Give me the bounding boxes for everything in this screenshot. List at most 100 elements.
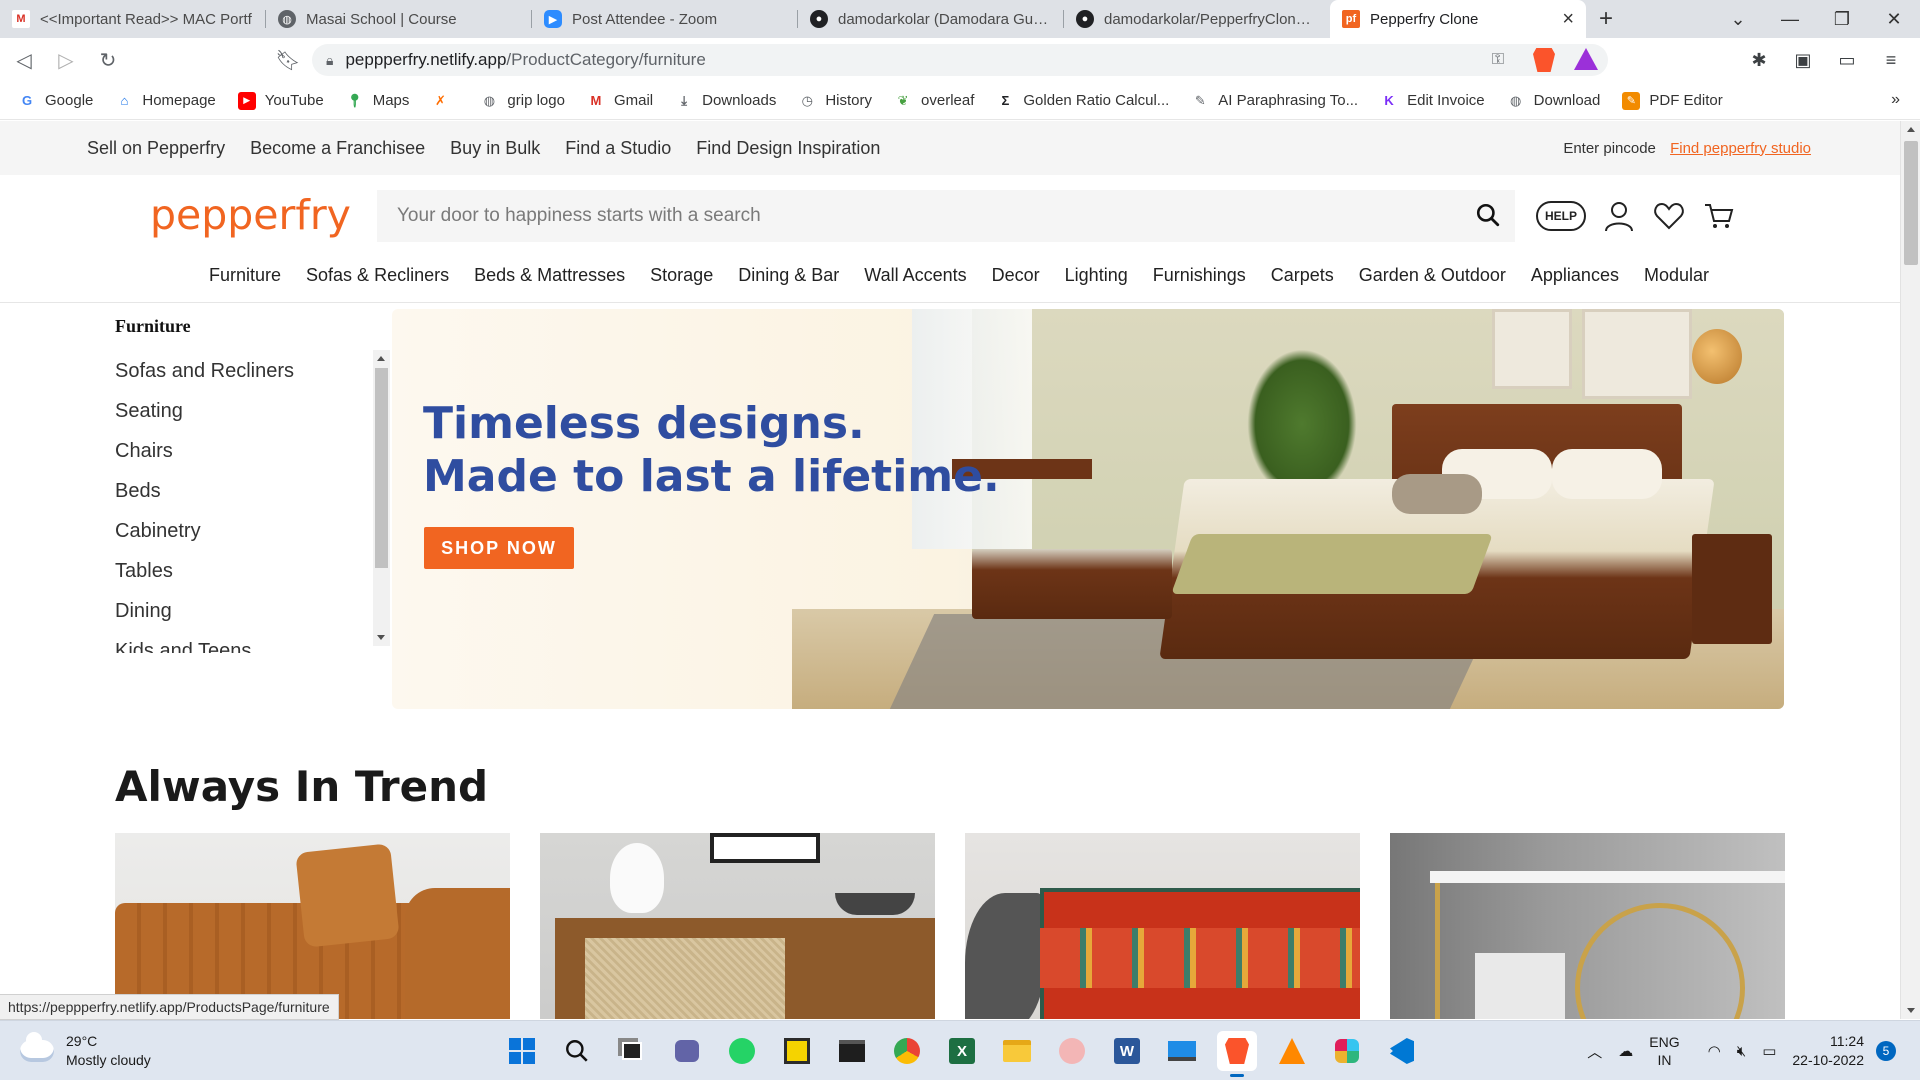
sidebar-item-cabinetry[interactable]: Cabinetry xyxy=(115,519,294,559)
language-indicator[interactable]: ENG IN xyxy=(1649,1033,1679,1069)
sidebar-scrollbar[interactable] xyxy=(373,350,390,646)
tab-search-icon[interactable]: ⌄ xyxy=(1712,0,1764,38)
scroll-up-icon[interactable] xyxy=(377,356,385,361)
remote-desktop-icon[interactable] xyxy=(1162,1031,1202,1071)
bookmark-pinwheel[interactable]: ✗ xyxy=(431,92,458,110)
tally-icon[interactable] xyxy=(777,1031,817,1071)
pepperfry-logo[interactable]: pepperfry xyxy=(150,191,351,239)
file-explorer-icon[interactable] xyxy=(997,1031,1037,1071)
bookmark-youtube[interactable]: ▶ YouTube xyxy=(237,91,324,110)
tab-github-profile[interactable]: ● damodarkolar (Damodara Gupta xyxy=(798,0,1064,38)
tab-masai-school[interactable]: ◍ Masai School | Course xyxy=(266,0,532,38)
sidebar-item-tables[interactable]: Tables xyxy=(115,559,294,599)
chevron-up-icon[interactable]: ︿ xyxy=(1587,1041,1602,1062)
scroll-down-icon[interactable] xyxy=(377,635,385,640)
sidebar-item-beds[interactable]: Beds xyxy=(115,479,294,519)
vscode-icon[interactable] xyxy=(1382,1031,1422,1071)
word-icon[interactable]: W xyxy=(1107,1031,1147,1071)
new-tab-button[interactable]: + xyxy=(1586,0,1626,38)
nav-decor[interactable]: Decor xyxy=(992,265,1040,286)
user-icon[interactable] xyxy=(1602,199,1636,233)
sidebar-item-sofas-recliners[interactable]: Sofas and Recliners xyxy=(115,359,294,399)
pincode-label[interactable]: Enter pincode xyxy=(1563,140,1656,157)
sidebar-scroll-thumb[interactable] xyxy=(375,368,388,568)
forward-icon[interactable]: ▷ xyxy=(48,42,84,78)
trend-card-sofa[interactable] xyxy=(115,833,510,1019)
bookmark-pdf-editor[interactable]: ✎ PDF Editor xyxy=(1622,91,1723,110)
nav-storage[interactable]: Storage xyxy=(650,265,713,286)
design-inspiration-link[interactable]: Find Design Inspiration xyxy=(696,138,880,159)
bookmark-google[interactable]: G Google xyxy=(18,92,93,110)
scroll-down-icon[interactable] xyxy=(1907,1008,1915,1013)
excel-icon[interactable]: X xyxy=(942,1031,982,1071)
more-bookmarks-icon[interactable]: » xyxy=(1891,91,1900,109)
tab-pepperfry-clone[interactable]: pf Pepperfry Clone × xyxy=(1330,0,1586,38)
hero-banner[interactable]: Timeless designs. Made to last a lifetime… xyxy=(392,309,1784,709)
address-bar[interactable]: 🔒︎ peppperfry.netlify.app/ProductCategor… xyxy=(312,44,1608,76)
paint-icon[interactable] xyxy=(1052,1031,1092,1071)
trend-card-chest[interactable] xyxy=(965,833,1360,1019)
nav-dining-bar[interactable]: Dining & Bar xyxy=(738,265,839,286)
close-tab-icon[interactable]: × xyxy=(1552,8,1574,31)
chrome-icon[interactable] xyxy=(887,1031,927,1071)
trend-card-console[interactable] xyxy=(1390,833,1785,1019)
scroll-up-icon[interactable] xyxy=(1907,127,1915,132)
wishlist-heart-icon[interactable] xyxy=(1652,199,1686,233)
search-icon[interactable] xyxy=(1475,202,1501,228)
find-studio-link[interactable]: Find a Studio xyxy=(565,138,671,159)
bookmark-history[interactable]: ◷ History xyxy=(798,92,872,110)
cart-icon[interactable] xyxy=(1702,199,1736,233)
slack-icon[interactable] xyxy=(1327,1031,1367,1071)
wifi-icon[interactable]: ◠ xyxy=(1708,1042,1721,1060)
sell-link[interactable]: Sell on Pepperfry xyxy=(87,138,225,159)
back-icon[interactable]: ◁ xyxy=(6,42,42,78)
notification-badge[interactable]: 5 xyxy=(1876,1041,1896,1061)
franchise-link[interactable]: Become a Franchisee xyxy=(250,138,425,159)
help-button[interactable]: HELP xyxy=(1536,201,1586,231)
windows-start-icon[interactable] xyxy=(502,1031,542,1071)
key-icon[interactable]: ⚿ xyxy=(1492,51,1504,69)
bookmark-download[interactable]: ◍ Download xyxy=(1507,92,1600,110)
tab-important-read[interactable]: M <<Important Read>> MAC Portf xyxy=(0,0,266,38)
search-icon[interactable] xyxy=(557,1031,597,1071)
battery-icon[interactable]: ▭ xyxy=(1762,1042,1776,1060)
shop-now-button[interactable]: SHOP NOW xyxy=(424,527,574,569)
bookmark-icon[interactable]: 🔖︎ xyxy=(270,42,306,78)
nav-garden-outdoor[interactable]: Garden & Outdoor xyxy=(1359,265,1506,286)
nav-sofas-recliners[interactable]: Sofas & Recliners xyxy=(306,265,449,286)
wallet-icon[interactable]: ▭ xyxy=(1834,44,1860,76)
bookmark-grip-logo[interactable]: ◍ grip logo xyxy=(480,92,565,110)
terminal-icon[interactable] xyxy=(832,1031,872,1071)
minimize-icon[interactable]: — xyxy=(1764,0,1816,38)
sidebar-item-chairs[interactable]: Chairs xyxy=(115,439,294,479)
page-scrollbar[interactable] xyxy=(1900,121,1920,1019)
nav-modular[interactable]: Modular xyxy=(1644,265,1709,286)
task-view-icon[interactable] xyxy=(612,1031,652,1071)
bookmark-gmail[interactable]: M Gmail xyxy=(587,92,654,110)
sidebar-item-dining[interactable]: Dining xyxy=(115,599,294,639)
close-window-icon[interactable]: ✕ xyxy=(1868,0,1920,38)
page-scroll-thumb[interactable] xyxy=(1904,141,1918,265)
bookmark-downloads[interactable]: ⤓ Downloads xyxy=(675,92,776,110)
nav-carpets[interactable]: Carpets xyxy=(1271,265,1334,286)
sidebar-icon[interactable]: ▣ xyxy=(1790,44,1816,76)
whatsapp-icon[interactable] xyxy=(722,1031,762,1071)
volume-muted-icon[interactable]: 🔇︎ xyxy=(1737,1043,1746,1060)
brave-icon[interactable] xyxy=(1217,1031,1257,1077)
clock[interactable]: 11:24 22-10-2022 xyxy=(1792,1032,1864,1070)
nav-furniture[interactable]: Furniture xyxy=(209,265,281,286)
bookmark-homepage[interactable]: ⌂ Homepage xyxy=(115,92,215,110)
vlc-icon[interactable] xyxy=(1272,1031,1312,1071)
network-cloud-icon[interactable]: ☁ xyxy=(1618,1042,1633,1060)
reload-icon[interactable]: ↻ xyxy=(90,42,126,78)
teams-chat-icon[interactable] xyxy=(667,1031,707,1071)
extensions-icon[interactable]: ✱ xyxy=(1746,44,1772,76)
nav-wall-accents[interactable]: Wall Accents xyxy=(864,265,966,286)
trend-card-cabinet[interactable] xyxy=(540,833,935,1019)
search-input[interactable]: Your door to happiness starts with a sea… xyxy=(377,190,1515,242)
weather-widget[interactable]: 29°C Mostly cloudy xyxy=(20,1032,151,1070)
bookmark-edit-invoice[interactable]: K Edit Invoice xyxy=(1380,92,1484,110)
studio-link[interactable]: Find pepperfry studio xyxy=(1670,140,1811,157)
bulk-link[interactable]: Buy in Bulk xyxy=(450,138,540,159)
tab-zoom[interactable]: ▶ Post Attendee - Zoom xyxy=(532,0,798,38)
